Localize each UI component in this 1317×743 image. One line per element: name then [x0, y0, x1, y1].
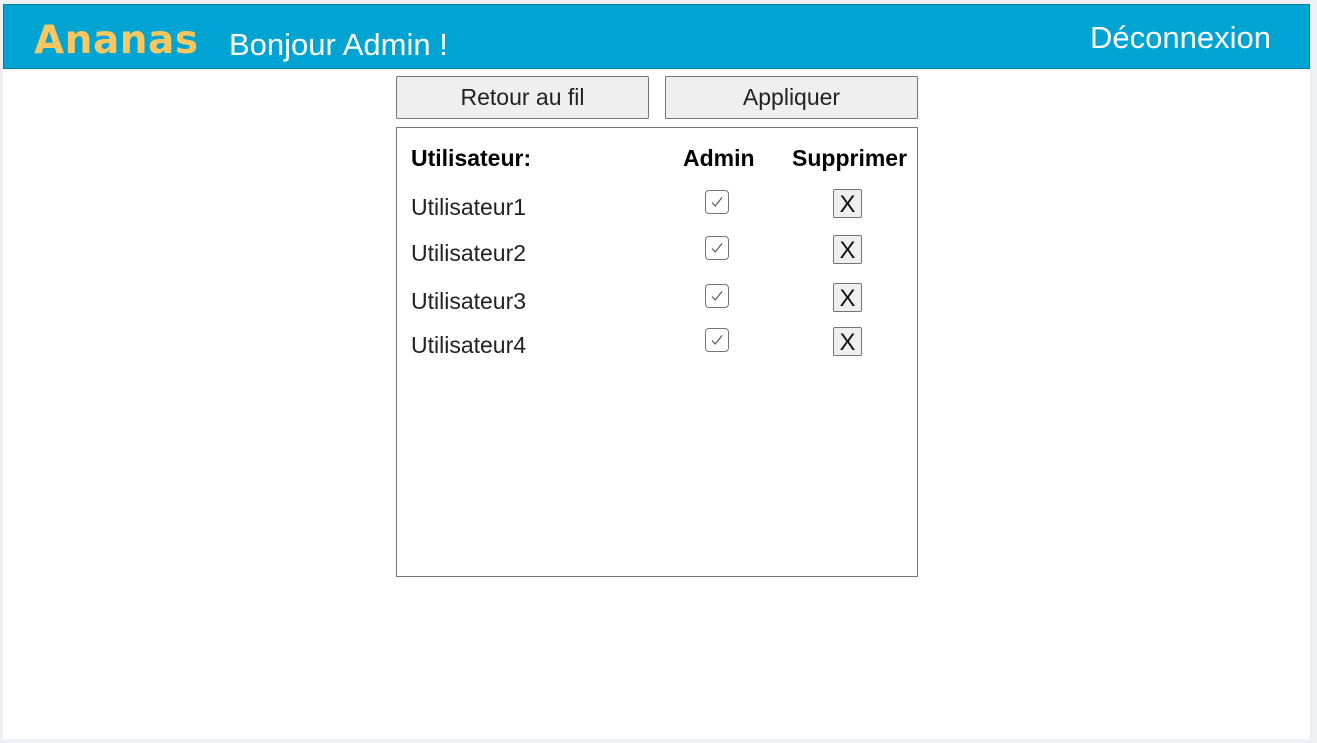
greeting-text: Bonjour Admin ! — [229, 27, 448, 62]
column-header-admin: Admin — [683, 145, 755, 171]
user-name: Utilisateur4 — [411, 332, 527, 358]
checkmark-icon — [711, 243, 723, 253]
app-logo[interactable]: Ananas — [34, 18, 199, 64]
admin-checkbox[interactable] — [705, 190, 729, 214]
checkmark-icon — [711, 335, 723, 345]
user-name: Utilisateur2 — [411, 240, 527, 266]
admin-checkbox[interactable] — [705, 236, 729, 260]
column-header-user: Utilisateur: — [411, 145, 532, 171]
user-row: Utilisateur2 X — [397, 235, 917, 270]
top-bar: Ananas Bonjour Admin ! Déconnexion — [3, 4, 1310, 69]
delete-user-button[interactable]: X — [833, 327, 862, 356]
user-name: Utilisateur3 — [411, 288, 527, 314]
delete-user-button[interactable]: X — [833, 189, 862, 218]
checkmark-icon — [711, 291, 723, 301]
logout-link[interactable]: Déconnexion — [1090, 18, 1271, 58]
apply-button[interactable]: Appliquer — [665, 76, 918, 119]
admin-checkbox[interactable] — [705, 328, 729, 352]
page: Ananas Bonjour Admin ! Déconnexion Retou… — [3, 4, 1310, 739]
users-panel: Utilisateur: Admin Supprimer Utilisateur… — [396, 127, 918, 577]
checkmark-icon — [711, 197, 723, 207]
back-to-feed-button[interactable]: Retour au fil — [396, 76, 649, 119]
delete-user-button[interactable]: X — [833, 283, 862, 312]
column-header-delete: Supprimer — [792, 145, 908, 171]
user-row: Utilisateur3 X — [397, 283, 917, 318]
admin-checkbox[interactable] — [705, 284, 729, 308]
user-row: Utilisateur1 X — [397, 189, 917, 224]
delete-user-button[interactable]: X — [833, 235, 862, 264]
user-name: Utilisateur1 — [411, 194, 527, 220]
user-row: Utilisateur4 X — [397, 327, 917, 362]
